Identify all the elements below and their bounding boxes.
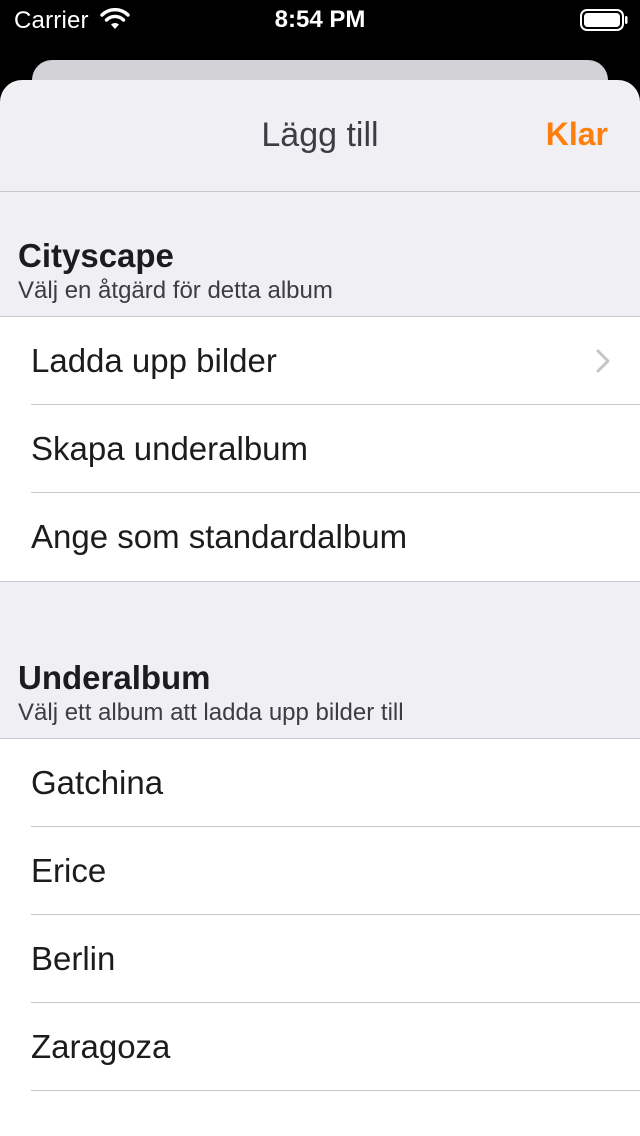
set-default-album-row[interactable]: Ange som standardalbum <box>0 493 640 581</box>
list-item[interactable]: Zaragoza <box>0 1003 640 1091</box>
battery-icon <box>580 9 628 31</box>
album-title: Cityscape <box>18 237 174 274</box>
list-item[interactable]: Gatchina <box>0 739 640 827</box>
list-item[interactable] <box>0 1091 640 1136</box>
subalbum-list: Gatchina Erice Berlin Zaragoza <box>0 738 640 1136</box>
actions-list: Ladda upp bilder Skapa underalbum Ange s… <box>0 316 640 582</box>
row-label: Erice <box>31 852 107 889</box>
album-subtitle: Välj en åtgärd för detta album <box>18 277 333 304</box>
row-label: Ange som standardalbum <box>31 518 408 555</box>
row-label: Berlin <box>31 940 116 977</box>
album-section-header: Cityscape Välj en åtgärd för detta album <box>0 192 640 316</box>
modal-sheet: Lägg till Klar Cityscape Välj en åtgärd … <box>0 80 640 1136</box>
subalbum-title: Underalbum <box>18 659 211 696</box>
create-subalbum-row[interactable]: Skapa underalbum <box>0 405 640 493</box>
status-bar: Carrier 8:54 PM <box>0 0 640 40</box>
row-label: Zaragoza <box>31 1028 171 1065</box>
page-title: Lägg till <box>261 116 379 154</box>
row-label: Gatchina <box>31 764 164 801</box>
list-item[interactable]: Berlin <box>0 915 640 1003</box>
list-item[interactable]: Erice <box>0 827 640 915</box>
upload-images-row[interactable]: Ladda upp bilder <box>0 317 640 405</box>
subalbum-section-header: Underalbum Välj ett album att ladda upp … <box>0 582 640 738</box>
subalbum-subtitle: Välj ett album att ladda upp bilder till <box>18 699 404 726</box>
done-button[interactable]: Klar <box>546 116 608 153</box>
navigation-bar: Lägg till Klar <box>0 80 640 192</box>
chevron-right-icon <box>596 349 610 373</box>
row-label: Skapa underalbum <box>31 430 309 467</box>
row-label: Ladda upp bilder <box>31 342 277 379</box>
status-time: 8:54 PM <box>274 6 366 33</box>
